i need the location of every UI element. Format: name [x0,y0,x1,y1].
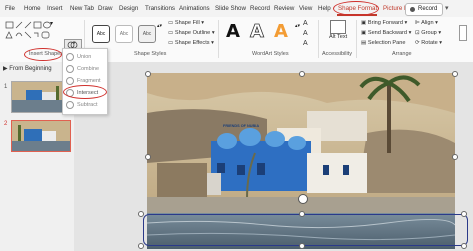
subtract-icon [66,100,74,109]
alt-text-button[interactable]: Alt Text [329,34,347,40]
wordart-style-orange[interactable]: A [274,21,288,42]
group-label-arrange: Arrange [392,51,412,57]
selection-pane-button[interactable]: ▤ Selection Pane [361,40,405,46]
from-beginning-label: From Beginning [9,66,52,72]
menu-item-label: Subtract [77,102,98,108]
gallery-more-icon[interactable]: ▾ [50,20,53,27]
ribbon-tab-bar: File Home Insert New Tab Draw Design Tra… [0,0,473,17]
combine-icon [66,64,74,73]
separator [318,20,319,58]
tab-draw[interactable]: Draw [98,5,112,12]
text-outline-icon[interactable]: A [303,30,308,37]
slide-number: 1 [4,84,8,90]
menu-item-label: Combine [77,66,100,72]
group-label-accessibility: Accessibility [322,51,352,57]
menu-item-subtract[interactable]: Subtract [66,100,104,110]
wordart-more-icon[interactable]: ▴▾ [295,23,300,29]
resize-handle[interactable] [138,243,144,249]
shape-style-gray[interactable]: Abc [138,25,156,43]
merge-shapes-chevron-icon[interactable]: ▾ [73,40,76,46]
rotate-handle-icon[interactable] [298,194,308,204]
tab-help[interactable]: Help [318,5,331,12]
bring-forward-label: Bring Forward [367,20,403,26]
shape-fill-button[interactable]: ▭ Shape Fill ▾ [168,20,204,26]
union-icon [66,52,74,61]
tab-review[interactable]: Review [274,5,294,12]
tab-record[interactable]: Record [250,5,270,12]
annotation-oval-insert-shapes [24,48,62,61]
ribbon-options-icon[interactable]: ▾ [445,4,449,12]
resize-handle[interactable] [145,71,151,77]
slide-thumbnail-image [12,121,70,151]
tab-design[interactable]: Design [119,5,138,12]
menu-item-label: Union [77,54,92,60]
menu-item-label: Fragment [77,78,101,84]
merge-shapes-menu: Union Combine Fragment Intersect Subtrac… [62,48,108,115]
tab-new-tab[interactable]: New Tab [70,5,94,12]
text-effects-icon[interactable]: A [303,40,308,47]
group-label-wordart-styles: WordArt Styles [252,51,289,57]
separator [356,20,357,58]
resize-handle[interactable] [299,211,305,217]
rotate-label: Rotate [421,40,438,46]
tab-slide-show[interactable]: Slide Show [215,5,246,12]
wordart-style-outline[interactable]: A [250,21,265,43]
resize-handle[interactable] [138,211,144,217]
size-icon[interactable] [459,25,467,41]
tab-transitions[interactable]: Transitions [145,5,175,12]
rotate-button[interactable]: ⟳ Rotate ▾ [415,40,442,46]
resize-handle[interactable] [145,154,151,160]
record-icon [410,7,415,12]
record-button[interactable]: Record [405,3,443,16]
text-fill-icon[interactable]: A [303,20,308,27]
alt-text-icon[interactable] [330,20,346,34]
bring-forward-button[interactable]: ▣ Bring Forward ▾ [361,20,407,26]
group-label: Group [421,30,437,36]
resize-handle[interactable] [452,71,458,77]
selected-rectangle-shape[interactable] [143,214,468,246]
shape-fill-label: Shape Fill [174,20,200,26]
annotation-oval-intersect [63,85,107,99]
align-button[interactable]: ⊫ Align ▾ [415,20,438,26]
photo-sign-text: FRIENDS OF NUBIA [223,124,260,128]
fragment-icon [66,76,74,85]
resize-handle[interactable] [299,243,305,249]
shape-styles-more-icon[interactable]: ▴▾ [157,23,162,29]
shape-style-light[interactable]: Abc [115,25,133,43]
send-backward-button[interactable]: ▣ Send Backward ▾ [361,30,411,36]
wordart-style-black[interactable]: A [226,21,240,42]
annotation-oval-shape-format [333,1,379,16]
resize-handle[interactable] [461,243,467,249]
tab-home[interactable]: Home [24,5,41,12]
selection-pane-label: Selection Pane [367,40,406,46]
shape-effects-label: Shape Effects [174,40,210,46]
group-button[interactable]: ⊡ Group ▾ [415,30,441,36]
separator [218,20,219,58]
shape-outline-button[interactable]: ▭ Shape Outline ▾ [168,30,215,36]
resize-handle[interactable] [452,154,458,160]
shape-outline-label: Shape Outline [174,30,211,36]
tab-file[interactable]: File [5,5,15,12]
group-label-shape-styles: Shape Styles [134,51,167,57]
send-backward-label: Send Backward [367,30,408,36]
tab-animations[interactable]: Animations [179,5,210,12]
tab-view[interactable]: View [299,5,312,12]
shape-effects-button[interactable]: ▭ Shape Effects ▾ [168,40,214,46]
shape-style-outline[interactable]: Abc [92,25,110,43]
slide-number: 2 [4,121,8,127]
tab-insert[interactable]: Insert [47,5,62,12]
record-label: Record [418,6,438,12]
slide-thumbnail-selected[interactable] [11,120,71,152]
align-label: Align [421,20,434,26]
menu-item-union[interactable]: Union [66,52,104,62]
menu-item-combine[interactable]: Combine [66,64,104,74]
from-beginning-button[interactable]: ▶ From Beginning [3,65,52,72]
resize-handle[interactable] [461,211,467,217]
resize-handle[interactable] [299,71,305,77]
